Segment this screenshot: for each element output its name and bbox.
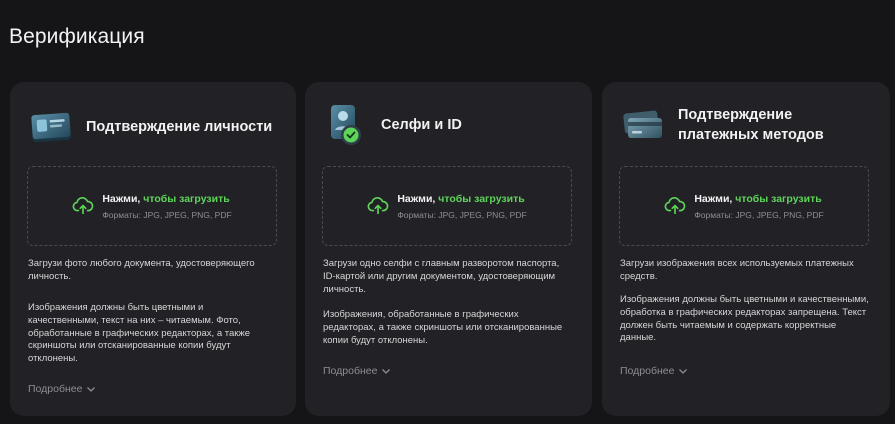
more-toggle[interactable]: Подробнее <box>28 383 96 395</box>
card-header: Селфи и ID <box>323 102 462 148</box>
upload-content: Нажми, чтобы загрузить Форматы: JPG, JPE… <box>664 192 824 220</box>
cloud-upload-icon <box>664 197 686 215</box>
upload-dropzone[interactable]: Нажми, чтобы загрузить Форматы: JPG, JPE… <box>322 166 572 246</box>
upload-text: Нажми, чтобы загрузить Форматы: JPG, JPE… <box>102 192 231 220</box>
upload-click-text: Нажми, <box>397 193 436 205</box>
description-secondary: Изображения, обработанные в графических … <box>323 309 563 346</box>
upload-prompt: Нажми, чтобы загрузить <box>694 192 823 206</box>
card-header: Подтверждение платежных методов <box>620 102 838 148</box>
more-toggle[interactable]: Подробнее <box>323 365 391 377</box>
card-title: Селфи и ID <box>381 117 462 133</box>
upload-formats: Форматы: JPG, JPEG, PNG, PDF <box>397 210 527 220</box>
upload-action-link[interactable]: чтобы загрузить <box>438 193 524 205</box>
more-label: Подробнее <box>28 383 83 395</box>
upload-action-link[interactable]: чтобы загрузить <box>735 193 821 205</box>
upload-prompt: Нажми, чтобы загрузить <box>397 192 526 206</box>
chevron-down-icon <box>87 387 96 392</box>
upload-dropzone[interactable]: Нажми, чтобы загрузить Форматы: JPG, JPE… <box>27 166 277 246</box>
upload-content: Нажми, чтобы загрузить Форматы: JPG, JPE… <box>367 192 527 220</box>
identity-verification-card: Подтверждение личности Нажми, чтобы загр… <box>10 82 296 416</box>
payment-methods-card: Подтверждение платежных методов Нажми, ч… <box>602 82 890 416</box>
upload-content: Нажми, чтобы загрузить Форматы: JPG, JPE… <box>72 192 232 220</box>
chevron-down-icon <box>382 369 391 374</box>
more-label: Подробнее <box>620 365 675 377</box>
more-toggle[interactable]: Подробнее <box>620 365 688 377</box>
upload-formats: Форматы: JPG, JPEG, PNG, PDF <box>694 210 824 220</box>
chevron-down-icon <box>679 369 688 374</box>
description-primary: Загрузи одно селфи с главным разворотом … <box>323 258 560 295</box>
card-title: Подтверждение личности <box>86 119 273 135</box>
upload-formats: Форматы: JPG, JPEG, PNG, PDF <box>102 210 232 220</box>
description-secondary: Изображения должны быть цветными и качес… <box>28 302 251 365</box>
description-primary: Загрузи изображения всех используемых пл… <box>620 258 854 282</box>
upload-click-text: Нажми, <box>694 193 733 205</box>
upload-prompt: Нажми, чтобы загрузить <box>102 192 231 206</box>
upload-text: Нажми, чтобы загрузить Форматы: JPG, JPE… <box>397 192 526 220</box>
more-label: Подробнее <box>323 365 378 377</box>
selfie-id-icon <box>331 105 361 145</box>
card-title: Подтверждение платежных методов <box>678 107 824 143</box>
upload-text: Нажми, чтобы загрузить Форматы: JPG, JPE… <box>694 192 823 220</box>
upload-action-link[interactable]: чтобы загрузить <box>143 193 229 205</box>
cloud-upload-icon <box>367 197 389 215</box>
cloud-upload-icon <box>72 197 94 215</box>
card-header: Подтверждение личности <box>28 104 272 150</box>
payment-cards-icon <box>623 110 662 138</box>
upload-click-text: Нажми, <box>102 193 141 205</box>
selfie-id-card: Селфи и ID Нажми, чтобы загрузить Формат… <box>305 82 592 416</box>
page-title: Верификация <box>9 25 145 48</box>
description-secondary: Изображения должны быть цветными и качес… <box>620 294 869 344</box>
id-card-icon <box>31 112 71 143</box>
description-primary: Загрузи фото любого документа, удостовер… <box>28 258 255 282</box>
upload-dropzone[interactable]: Нажми, чтобы загрузить Форматы: JPG, JPE… <box>619 166 869 246</box>
